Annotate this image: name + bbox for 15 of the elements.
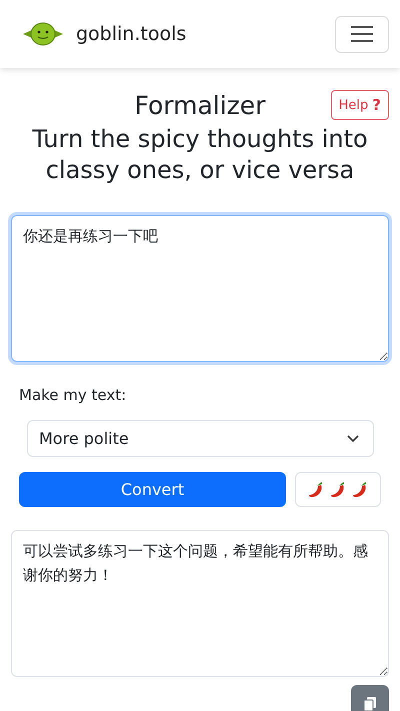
brand-name[interactable]: goblin.tools	[76, 23, 186, 45]
goblin-logo-icon[interactable]	[22, 21, 64, 47]
output-field[interactable]: 可以尝试多练习一下这个问题，希望能有所帮助。感谢你的努力！	[11, 530, 389, 677]
page-title: Formalizer	[134, 90, 266, 122]
spice-button[interactable]	[295, 472, 381, 507]
mode-label: Make my text:	[19, 386, 128, 404]
chevron-icon	[347, 434, 359, 442]
copy-icon	[363, 696, 377, 711]
input-field[interactable]: 你还是再练习一下吧	[11, 215, 389, 362]
page-subtitle: Turn the spicy thoughts into classy ones, or vice versa	[31, 124, 369, 186]
help-button[interactable]: Help ?	[330, 90, 389, 120]
menu-icon	[350, 25, 374, 43]
menu-button[interactable]	[335, 16, 389, 52]
mode-select[interactable]: More polite	[27, 420, 374, 457]
convert-button[interactable]: Convert	[19, 472, 286, 507]
